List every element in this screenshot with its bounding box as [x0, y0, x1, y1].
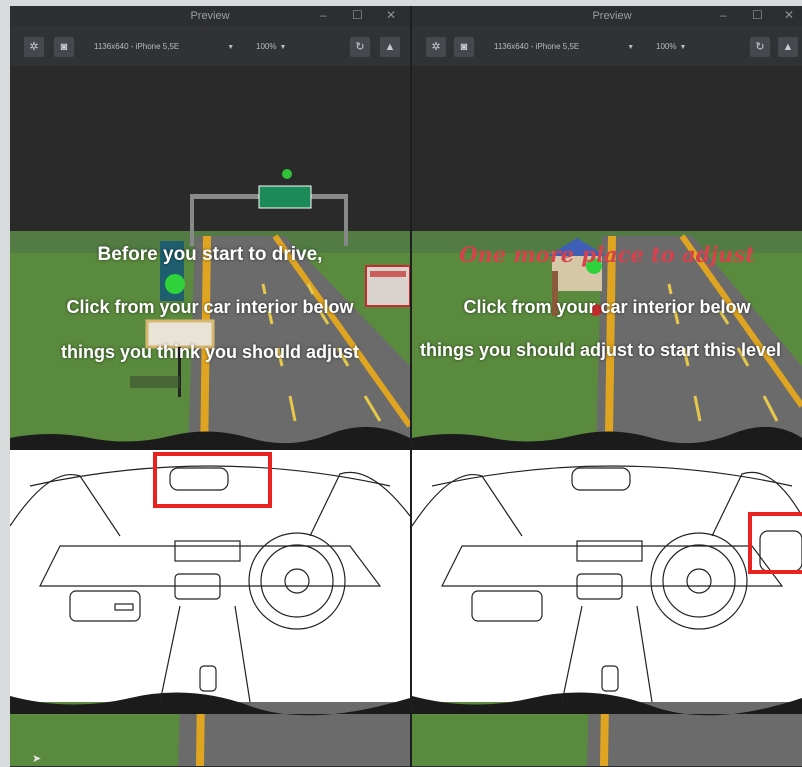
game-view[interactable]: Before you start to drive, Click from yo…: [10, 66, 410, 767]
mouse-cursor-icon: ➤: [32, 753, 42, 765]
maximize-icon[interactable]: ☐: [752, 8, 763, 22]
game-scene: [412, 66, 802, 767]
zoom-label: 100%: [656, 42, 677, 51]
instruction-line-1: Click from your car interior below: [463, 297, 751, 317]
zoom-select[interactable]: 100% ▼: [656, 42, 686, 51]
night-sky: [412, 66, 802, 236]
window-title: Preview: [592, 10, 632, 22]
instruction-line-3: things you think you should adjust: [61, 342, 359, 362]
close-icon[interactable]: ✕: [386, 8, 396, 22]
dashboard-panel: [10, 426, 410, 716]
bug-icon[interactable]: ✲: [426, 37, 446, 57]
bug-icon[interactable]: ✲: [24, 37, 44, 57]
title-bar[interactable]: Preview – ☐ ✕: [10, 6, 410, 26]
instruction-line-2: Click from your car interior below: [66, 297, 354, 317]
camera-icon[interactable]: ◙: [54, 37, 74, 57]
night-sky: [10, 66, 410, 236]
refresh-icon[interactable]: ↻: [350, 37, 370, 57]
window-title: Preview: [190, 10, 230, 22]
device-label: 1136x640 - iPhone 5,5E: [494, 42, 580, 51]
device-select[interactable]: 1136x640 - iPhone 5,5E ▼: [494, 42, 634, 51]
minimize-icon[interactable]: –: [320, 8, 327, 22]
device-select[interactable]: 1136x640 - iPhone 5,5E ▼: [94, 42, 234, 51]
preview-window-right: Preview – ☐ ✕ ✲ ◙ 1136x640 - iPhone 5,5E…: [412, 6, 802, 767]
minimize-icon[interactable]: –: [720, 8, 727, 22]
headline: One more place to adjust: [459, 242, 755, 267]
checkpoint-marker: [282, 169, 292, 179]
device-label: 1136x640 - iPhone 5,5E: [94, 42, 180, 51]
warning-icon[interactable]: ▲: [380, 37, 400, 57]
instruction-line-2: things you should adjust to start this l…: [420, 340, 782, 360]
game-view[interactable]: One more place to adjust Click from your…: [412, 66, 802, 767]
dashboard-panel: [412, 426, 802, 716]
instruction-line-1: Before you start to drive,: [97, 244, 323, 265]
game-scene: [10, 66, 410, 767]
title-bar[interactable]: Preview – ☐ ✕: [412, 6, 802, 26]
warning-icon[interactable]: ▲: [778, 37, 798, 57]
toolbar: ✲ ◙ 1136x640 - iPhone 5,5E ▼ 100% ▼ ↻ ▲: [10, 26, 410, 66]
toolbar: ✲ ◙ 1136x640 - iPhone 5,5E ▼ 100% ▼ ↻ ▲: [412, 26, 802, 66]
close-icon[interactable]: ✕: [784, 8, 794, 22]
camera-icon[interactable]: ◙: [454, 37, 474, 57]
refresh-icon[interactable]: ↻: [750, 37, 770, 57]
maximize-icon[interactable]: ☐: [352, 8, 363, 22]
preview-window-left: Preview – ☐ ✕ ✲ ◙ 1136x640 - iPhone 5,5E…: [10, 6, 410, 767]
zoom-label: 100%: [256, 42, 277, 51]
zoom-select[interactable]: 100% ▼: [256, 42, 286, 51]
